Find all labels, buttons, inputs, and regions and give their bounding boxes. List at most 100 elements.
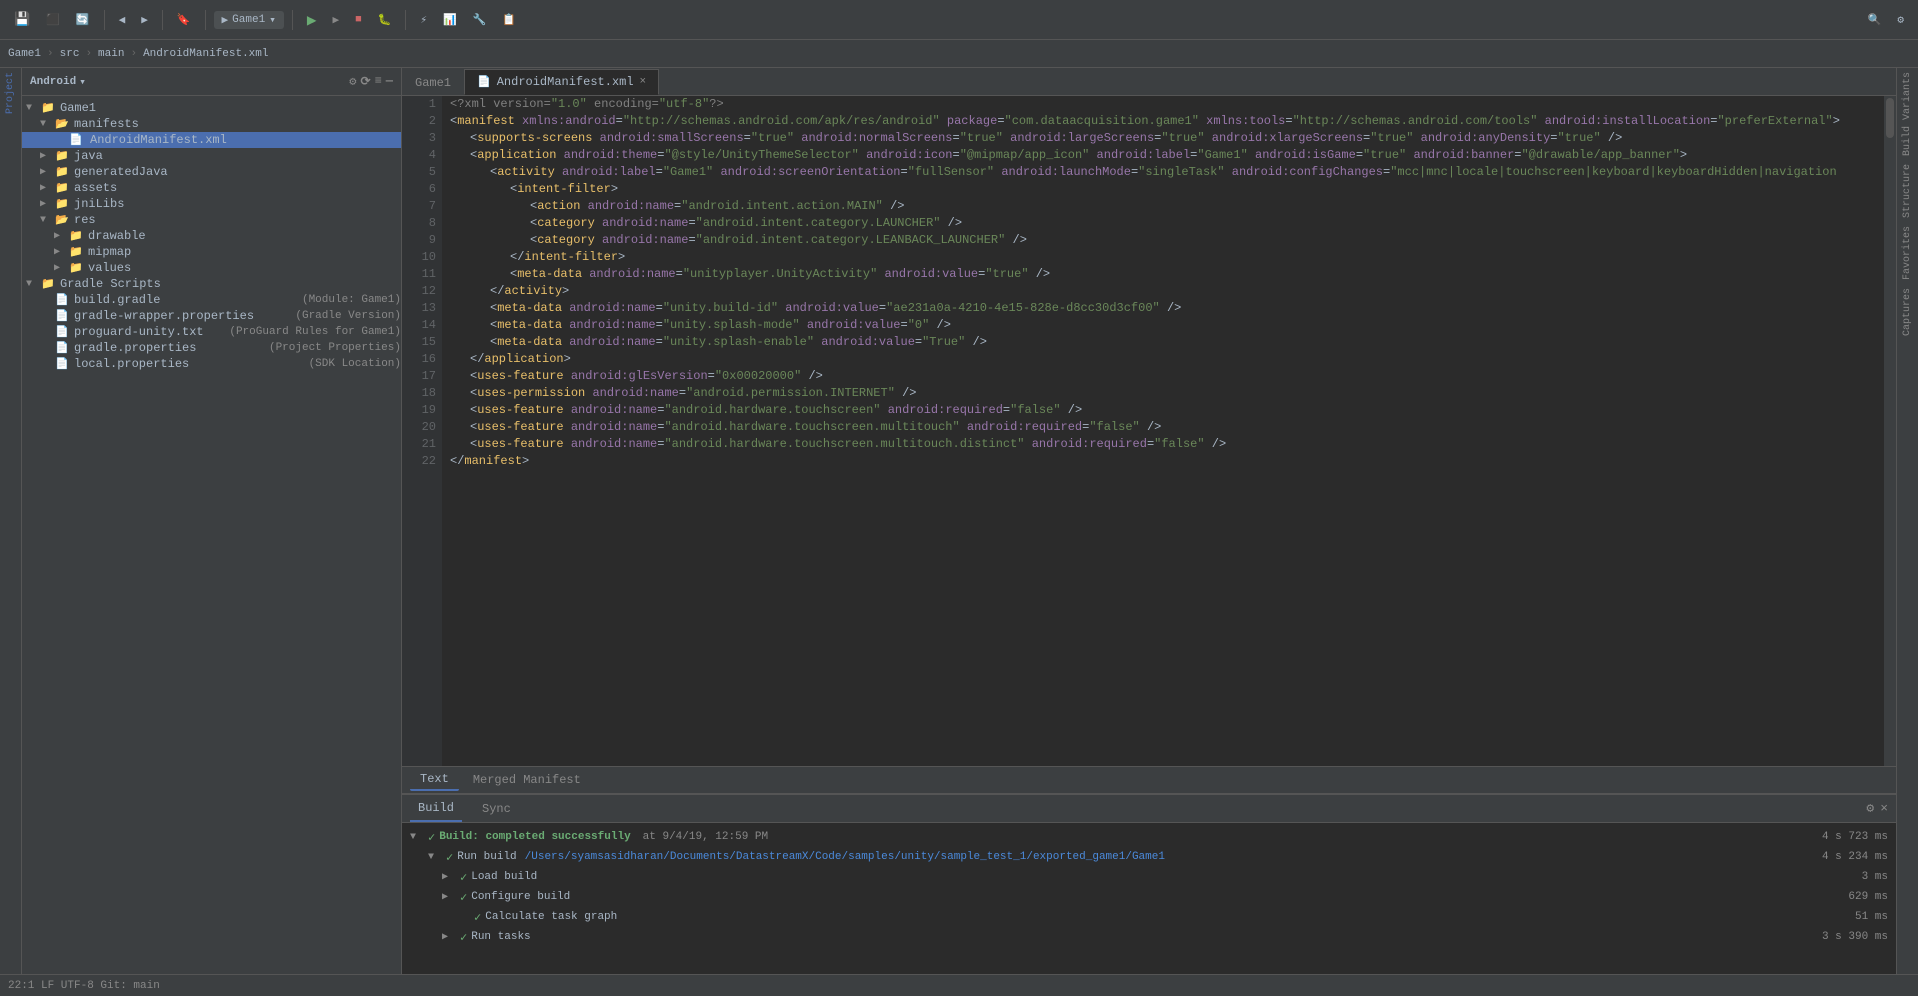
tree-item-generatedjava[interactable]: ▶ 📁 generatedJava xyxy=(22,164,401,180)
editor-tab-bar: Game1 📄 AndroidManifest.xml × xyxy=(402,68,1896,96)
build-row-load-build[interactable]: ▶ ✓ Load build 3 ms xyxy=(410,867,1888,887)
toolbar-stop[interactable]: ■ xyxy=(349,12,368,28)
line-num-10: 10 xyxy=(402,249,436,266)
tree-item-androidmanifest[interactable]: 📄 AndroidManifest.xml xyxy=(22,132,401,148)
code-line-14: <meta-data android:name="unity.splash-mo… xyxy=(450,317,1876,334)
line-num-3: 3 xyxy=(402,130,436,147)
build-variants-tab[interactable]: Build Variants xyxy=(1900,68,1915,160)
tree-label-res: res xyxy=(74,213,401,227)
editor-scrollbar[interactable] xyxy=(1884,96,1896,766)
build-row-configure-build[interactable]: ▶ ✓ Configure build 629 ms xyxy=(410,887,1888,907)
toolbar-forward[interactable]: ▶ xyxy=(135,11,154,29)
tree-item-manifests[interactable]: ▼ 📂 manifests xyxy=(22,116,401,132)
favorites-tab[interactable]: Favorites xyxy=(1900,222,1915,284)
code-content[interactable]: <?xml version="1.0" encoding="utf-8"?> <… xyxy=(442,96,1884,766)
code-line-20: <uses-feature android:name="android.hard… xyxy=(450,419,1876,436)
separator-1 xyxy=(104,10,105,30)
build-timestamp: at 9/4/19, 12:59 PM xyxy=(643,831,768,843)
build-tab-build[interactable]: Build xyxy=(410,796,462,822)
run-button[interactable]: ▶ xyxy=(301,8,323,32)
breadcrumb-file[interactable]: AndroidManifest.xml xyxy=(143,48,268,60)
tab-xml-icon: 📄 xyxy=(477,75,491,89)
tree-item-res[interactable]: ▼ 📂 res xyxy=(22,212,401,228)
build-row-result[interactable]: ▼ ✓ Build: completed successfully at 9/4… xyxy=(410,827,1888,847)
toolbar-bookmark[interactable]: 🔖 xyxy=(171,11,197,29)
scrollbar-thumb[interactable] xyxy=(1886,98,1894,138)
folder-icon-java: 📁 xyxy=(54,149,70,163)
toolbar-extra2[interactable]: 📊 xyxy=(437,11,463,29)
toolbar-sync[interactable]: 🔄 xyxy=(70,11,96,29)
project-tab[interactable]: Project xyxy=(3,68,18,118)
structure-tab[interactable]: Structure xyxy=(1900,160,1915,222)
tree-label-proguard: proguard-unity.txt xyxy=(74,325,225,339)
props-icon-local: 📄 xyxy=(54,357,70,371)
tab-androidmanifest-label: AndroidManifest.xml xyxy=(497,75,634,89)
build-panel: Build Sync ⚙ × ▼ ✓ Build: completed succ… xyxy=(402,794,1896,974)
panel-settings-icon[interactable]: ⚙ xyxy=(349,74,356,89)
tree-item-jnilibs[interactable]: ▶ 📁 jniLibs xyxy=(22,196,401,212)
android-dropdown[interactable]: Android ▾ xyxy=(30,75,86,89)
tree-item-values[interactable]: ▶ 📁 values xyxy=(22,260,401,276)
tab-game1[interactable]: Game1 xyxy=(402,69,464,95)
load-build-label: Load build xyxy=(471,871,537,883)
toolbar-extra3[interactable]: 🔧 xyxy=(467,11,493,29)
tree-item-gradle-scripts[interactable]: ▼ 📁 Gradle Scripts xyxy=(22,276,401,292)
line-num-9: 9 xyxy=(402,232,436,249)
panel-header: Android ▾ ⚙ ⟳ ≡ — xyxy=(22,68,401,96)
run-config-selector[interactable]: ▶ Game1 ▾ xyxy=(214,11,284,29)
build-tab-sync[interactable]: Sync xyxy=(474,796,519,822)
status-text: 22:1 LF UTF-8 Git: main xyxy=(8,980,160,992)
line-num-4: 4 xyxy=(402,147,436,164)
toolbar-back[interactable]: ◀ xyxy=(113,11,132,29)
separator-3 xyxy=(205,10,206,30)
captures-tab[interactable]: Captures xyxy=(1900,284,1915,340)
breadcrumb-game1[interactable]: Game1 xyxy=(8,48,41,60)
tree-item-local-props[interactable]: 📄 local.properties (SDK Location) xyxy=(22,356,401,372)
line-num-18: 18 xyxy=(402,385,436,402)
tree-item-build-gradle[interactable]: 📄 build.gradle (Module: Game1) xyxy=(22,292,401,308)
build-row-calculate-task[interactable]: ✓ Calculate task graph 51 ms xyxy=(410,907,1888,927)
run-config-label: Game1 xyxy=(232,14,265,26)
tree-item-gradle-wrapper[interactable]: 📄 gradle-wrapper.properties (Gradle Vers… xyxy=(22,308,401,324)
toolbar-gear[interactable]: ⚙ xyxy=(1891,11,1910,29)
bottom-tab-merged-manifest[interactable]: Merged Manifest xyxy=(463,769,591,791)
toolbar-search[interactable]: 🔍 xyxy=(1862,11,1888,29)
run-tasks-icon: ✓ xyxy=(460,930,467,945)
toolbar-extra1[interactable]: ⚡ xyxy=(414,11,433,29)
line-num-16: 16 xyxy=(402,351,436,368)
bottom-tab-text[interactable]: Text xyxy=(410,769,459,791)
tab-androidmanifest[interactable]: 📄 AndroidManifest.xml × xyxy=(464,69,659,95)
toolbar-debug[interactable]: 🐛 xyxy=(372,11,398,29)
status-bar: 22:1 LF UTF-8 Git: main xyxy=(0,974,1918,996)
far-right-tabs: Build Variants Structure Favorites Captu… xyxy=(1896,68,1918,974)
code-line-19: <uses-feature android:name="android.hard… xyxy=(450,402,1876,419)
build-close-icon[interactable]: × xyxy=(1880,801,1888,816)
panel-close-icon[interactable]: — xyxy=(386,74,393,89)
breadcrumb-main[interactable]: main xyxy=(98,48,124,60)
bottom-tab-merged-manifest-label: Merged Manifest xyxy=(473,773,581,787)
breadcrumb-src[interactable]: src xyxy=(60,48,80,60)
toolbar-menu-item[interactable]: 💾 xyxy=(8,10,36,29)
tree-item-drawable[interactable]: ▶ 📁 drawable xyxy=(22,228,401,244)
line-num-22: 22 xyxy=(402,453,436,470)
build-result-arrow: ▼ xyxy=(410,832,424,843)
build-row-run-build[interactable]: ▼ ✓ Run build /Users/syamsasidharan/Docu… xyxy=(410,847,1888,867)
tree-item-assets[interactable]: ▶ 📁 assets xyxy=(22,180,401,196)
tree-item-gradle-props[interactable]: 📄 gradle.properties (Project Properties) xyxy=(22,340,401,356)
tab-close-icon[interactable]: × xyxy=(640,76,647,88)
expand-manifests: ▼ xyxy=(40,119,54,130)
toolbar-extra4[interactable]: 📋 xyxy=(496,11,522,29)
line-num-15: 15 xyxy=(402,334,436,351)
folder-icon-generatedjava: 📁 xyxy=(54,165,70,179)
tree-item-mipmap[interactable]: ▶ 📁 mipmap xyxy=(22,244,401,260)
build-settings-icon[interactable]: ⚙ xyxy=(1866,801,1874,816)
tree-item-game1[interactable]: ▼ 📁 Game1 xyxy=(22,100,401,116)
tree-item-proguard[interactable]: 📄 proguard-unity.txt (ProGuard Rules for… xyxy=(22,324,401,340)
toolbar-run2[interactable]: ▶ xyxy=(326,11,345,29)
toolbar-save-all[interactable]: ⬛ xyxy=(40,11,66,29)
build-row-run-tasks[interactable]: ▶ ✓ Run tasks 3 s 390 ms xyxy=(410,927,1888,947)
code-line-17: <uses-feature android:glEsVersion="0x000… xyxy=(450,368,1876,385)
panel-filter-icon[interactable]: ≡ xyxy=(375,74,382,89)
tree-item-java[interactable]: ▶ 📁 java xyxy=(22,148,401,164)
panel-sync-icon[interactable]: ⟳ xyxy=(361,74,371,89)
